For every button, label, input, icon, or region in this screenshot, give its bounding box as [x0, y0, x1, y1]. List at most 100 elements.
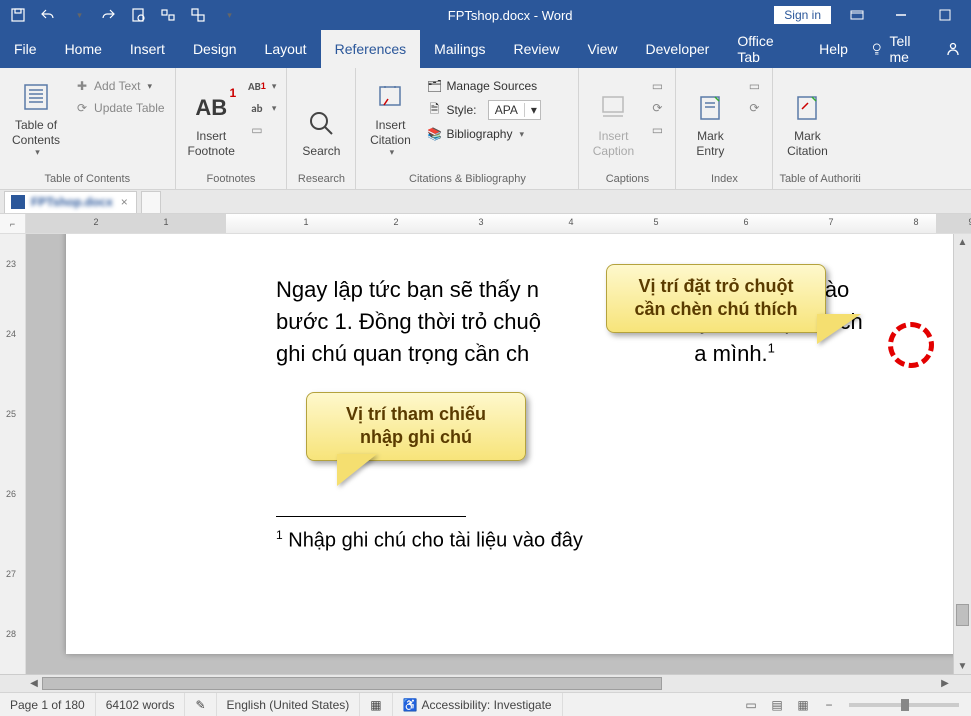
toc-icon [19, 80, 53, 114]
maximize-icon[interactable] [927, 2, 963, 28]
save-icon[interactable] [4, 2, 32, 28]
group-label-authorities: Table of Authoriti [779, 170, 860, 189]
macro-icon[interactable]: ▦ [360, 693, 392, 716]
callout-tail-1 [817, 314, 861, 344]
search-icon [304, 106, 338, 140]
zoom-slider[interactable] [849, 703, 959, 707]
read-mode-icon[interactable]: ▭ [739, 695, 763, 715]
status-right: ▭ ▤ ▦ − [739, 695, 971, 715]
table-of-contents-button[interactable]: Table of Contents [6, 72, 66, 160]
insert-caption-button[interactable]: Insert Caption [585, 72, 641, 160]
page-number[interactable]: Page 1 of 180 [0, 693, 96, 716]
tab-references[interactable]: References [321, 30, 421, 68]
zoom-knob[interactable] [901, 699, 909, 711]
minimize-icon[interactable] [883, 2, 919, 28]
manage-sources-button[interactable]: 🗂Manage Sources [422, 76, 572, 96]
tab-layout[interactable]: Layout [251, 30, 321, 68]
endnote-icon: AB1 [249, 78, 265, 94]
share-icon[interactable] [935, 30, 971, 68]
group-citations: Insert Citation 🗂Manage Sources 🗎Style: … [356, 68, 579, 189]
footnote-text[interactable]: 1 Nhập ghi chú cho tài liệu vào đây [276, 528, 583, 553]
web-layout-icon[interactable]: ▦ [791, 695, 815, 715]
ribbon: Table of Contents ✚Add Text ⟳Update Tabl… [0, 68, 971, 190]
page: Ngay lập tức bạn sẽ thấy người dùng dấuu… [66, 234, 953, 654]
word-count[interactable]: 64102 words [96, 693, 186, 716]
tab-view[interactable]: View [573, 30, 631, 68]
close-tab-icon[interactable]: × [119, 195, 130, 209]
caption-opt3[interactable]: ▭ [645, 120, 669, 140]
mark-citation-icon [790, 91, 824, 125]
lightbulb-icon [870, 41, 884, 57]
tab-review[interactable]: Review [500, 30, 574, 68]
qat-icon-2[interactable] [184, 2, 212, 28]
spell-check-icon[interactable]: ✎ [185, 693, 216, 716]
add-text-button[interactable]: ✚Add Text [70, 76, 169, 96]
tab-insert[interactable]: Insert [116, 30, 179, 68]
group-label-toc: Table of Contents [6, 170, 169, 189]
tab-mailings[interactable]: Mailings [420, 30, 499, 68]
add-text-icon: ✚ [74, 78, 90, 94]
scroll-right-icon[interactable]: ▶ [937, 678, 953, 689]
undo-dropdown[interactable] [64, 2, 92, 28]
show-notes-button[interactable]: ▭ [245, 120, 281, 140]
group-label-citations: Citations & Bibliography [362, 170, 572, 189]
sign-in-button[interactable]: Sign in [774, 6, 831, 24]
update-index-button[interactable]: ⟳ [742, 98, 766, 118]
insert-citation-button[interactable]: Insert Citation [362, 72, 418, 160]
group-captions: Insert Caption ▭ ⟳ ▭ Captions [579, 68, 676, 189]
show-notes-icon: ▭ [249, 122, 265, 138]
next-footnote-button[interactable]: ab [245, 98, 281, 118]
print-layout-icon[interactable]: ▤ [765, 695, 789, 715]
horizontal-ruler[interactable]: 2112345678910 [26, 214, 971, 233]
caption-opt2[interactable]: ⟳ [645, 98, 669, 118]
zoom-out-icon[interactable]: − [817, 695, 841, 715]
callout-tail-2 [337, 454, 377, 486]
document-tab[interactable]: FPTshop.docx × [4, 191, 137, 213]
caption-icon [596, 91, 630, 125]
bibliography-button[interactable]: 📚Bibliography [422, 124, 572, 144]
scroll-left-icon[interactable]: ◀ [26, 678, 42, 689]
tab-officetab[interactable]: Office Tab [723, 30, 805, 68]
language[interactable]: English (United States) [217, 693, 361, 716]
qat-icon-1[interactable] [154, 2, 182, 28]
accessibility[interactable]: ♿Accessibility: Investigate [393, 693, 563, 716]
insert-footnote-button[interactable]: AB1 Insert Footnote [182, 72, 241, 160]
tab-help[interactable]: Help [805, 30, 862, 68]
style-combo[interactable]: APA▾ [488, 100, 541, 120]
status-bar: Page 1 of 180 64102 words ✎ English (Uni… [0, 692, 971, 716]
tell-me[interactable]: Tell me [862, 30, 935, 68]
mark-entry-button[interactable]: Mark Entry [682, 72, 738, 160]
horizontal-scrollbar[interactable]: ◀ ▶ [0, 674, 971, 692]
undo-icon[interactable] [34, 2, 62, 28]
scroll-up-icon[interactable]: ▲ [954, 234, 971, 250]
window-title: FPTshop.docx - Word [246, 8, 774, 23]
caption-opt2-icon: ⟳ [649, 100, 665, 116]
print-preview-icon[interactable] [124, 2, 152, 28]
tab-file[interactable]: File [0, 30, 51, 68]
vscroll-thumb[interactable] [956, 604, 969, 626]
vertical-ruler[interactable]: 232425262728 [0, 234, 26, 674]
search-button[interactable]: Search [293, 72, 349, 160]
tab-design[interactable]: Design [179, 30, 251, 68]
hscroll-thumb[interactable] [42, 677, 662, 690]
vertical-scrollbar[interactable]: ▲ ▼ [953, 234, 971, 674]
insert-index-button[interactable]: ▭ [742, 76, 766, 96]
ribbon-display-icon[interactable] [839, 2, 875, 28]
update-table-button[interactable]: ⟳Update Table [70, 98, 169, 118]
qat-customize[interactable] [214, 2, 242, 28]
callout-cursor-position[interactable]: Vị trí đặt trỏ chuột cần chèn chú thích [606, 264, 826, 333]
ruler-corner[interactable]: ⌐ [0, 214, 26, 233]
scroll-down-icon[interactable]: ▼ [954, 658, 971, 674]
page-viewport[interactable]: Ngay lập tức bạn sẽ thấy người dùng dấuu… [26, 234, 953, 674]
tab-home[interactable]: Home [51, 30, 116, 68]
style-selector[interactable]: 🗎Style: APA▾ [422, 98, 572, 122]
redo-icon[interactable] [94, 2, 122, 28]
tab-developer[interactable]: Developer [632, 30, 724, 68]
footnote-separator [276, 516, 466, 517]
mark-citation-button[interactable]: Mark Citation [779, 72, 835, 160]
insert-endnote-button[interactable]: AB1 [245, 76, 281, 96]
caption-opt1[interactable]: ▭ [645, 76, 669, 96]
group-toc: Table of Contents ✚Add Text ⟳Update Tabl… [0, 68, 176, 189]
new-tab-button[interactable] [141, 191, 161, 213]
callout-reference-position[interactable]: Vị trí tham chiếu nhập ghi chú [306, 392, 526, 461]
